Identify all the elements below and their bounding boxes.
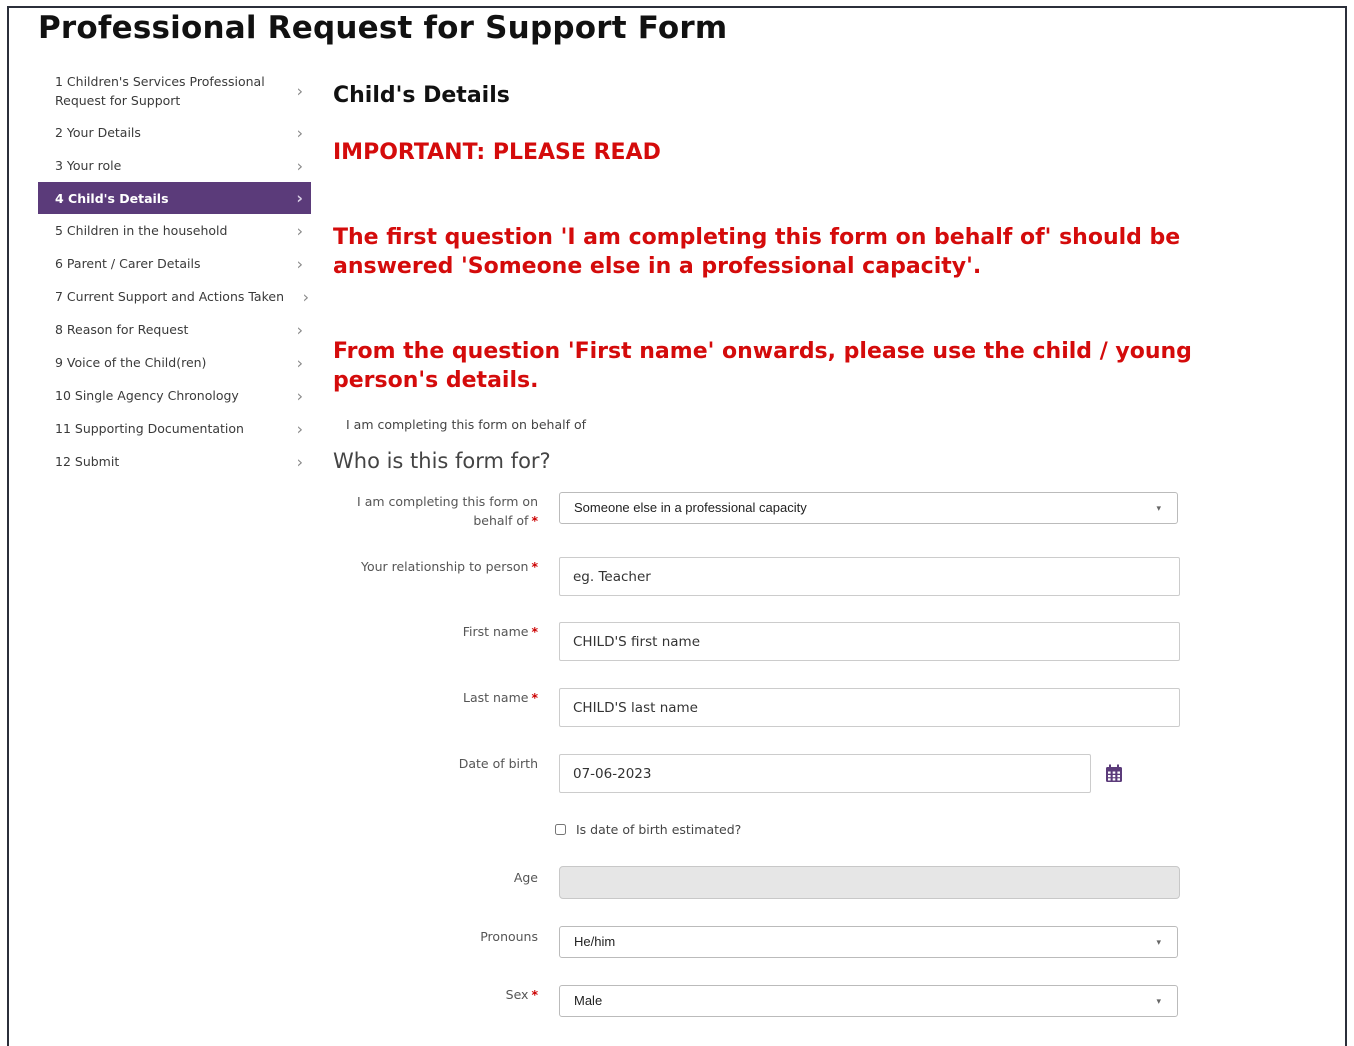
dob-label: Date of birth xyxy=(458,756,538,771)
sidebar-item-5[interactable]: 5 Children in the household › xyxy=(38,214,311,247)
chevron-right-icon: › xyxy=(296,156,303,175)
sidebar-item-12[interactable]: 12 Submit › xyxy=(38,445,311,478)
chevron-right-icon: › xyxy=(296,386,303,405)
dob-input[interactable] xyxy=(559,754,1091,793)
chevron-down-icon: ▾ xyxy=(1156,937,1161,947)
behalf-of-label-text: I am completing this form on behalf of xyxy=(357,494,538,528)
sidebar-item-4[interactable]: 4 Child's Details › xyxy=(38,182,311,214)
sub-heading: Who is this form for? xyxy=(333,449,551,473)
sex-label: Sex * xyxy=(318,985,538,1004)
sidebar-item-label: 3 Your role xyxy=(55,158,122,173)
sex-select[interactable]: Male ▾ xyxy=(559,985,1178,1017)
relationship-input[interactable] xyxy=(559,557,1180,596)
dob-estimated-label: Is date of birth estimated? xyxy=(576,822,742,837)
dob-estimated-field[interactable]: Is date of birth estimated? xyxy=(555,822,741,837)
relationship-label-text: Your relationship to person xyxy=(360,559,529,574)
first-name-label: First name * xyxy=(318,622,538,641)
sidebar-item-label: 4 Child's Details xyxy=(55,190,169,206)
chevron-right-icon: › xyxy=(296,452,303,471)
behalf-of-label: I am completing this form on behalf of * xyxy=(348,492,538,530)
relationship-label: Your relationship to person * xyxy=(318,557,538,576)
required-marker: * xyxy=(531,624,538,639)
sidebar-item-label: 12 Submit xyxy=(55,454,120,469)
chevron-down-icon: ▾ xyxy=(1156,996,1161,1006)
age-label: Age xyxy=(513,870,538,885)
notice-child-details: From the question 'First name' onwards, … xyxy=(333,339,1192,393)
dob-estimated-checkbox[interactable] xyxy=(555,824,566,835)
first-name-label-text: First name xyxy=(462,624,529,639)
sidebar-item-2[interactable]: 2 Your Details › xyxy=(38,116,311,149)
chevron-right-icon: › xyxy=(296,221,303,240)
sidebar-item-8[interactable]: 8 Reason for Request › xyxy=(38,313,311,346)
sidebar-item-label: 1 Children's Services Professional Reque… xyxy=(55,74,265,108)
last-name-label: Last name * xyxy=(318,688,538,707)
sex-label-text: Sex xyxy=(505,987,529,1002)
required-marker: * xyxy=(531,987,538,1002)
last-name-input[interactable] xyxy=(559,688,1180,727)
behalf-of-select[interactable]: Someone else in a professional capacity ▾ xyxy=(559,492,1178,524)
sidebar-item-1[interactable]: 1 Children's Services Professional Reque… xyxy=(38,66,311,116)
required-marker: * xyxy=(531,690,538,705)
chevron-right-icon: › xyxy=(296,188,303,208)
required-marker: * xyxy=(531,513,538,528)
last-name-label-text: Last name xyxy=(462,690,529,705)
behalf-of-caption: I am completing this form on behalf of xyxy=(346,417,587,432)
behalf-of-value: Someone else in a professional capacity xyxy=(574,500,807,515)
sidebar-item-6[interactable]: 6 Parent / Carer Details › xyxy=(38,247,311,280)
section-title: Child's Details xyxy=(333,83,510,108)
required-marker: * xyxy=(531,559,538,574)
sidebar-item-label: 2 Your Details xyxy=(55,125,141,140)
sidebar-item-9[interactable]: 9 Voice of the Child(ren) › xyxy=(38,346,311,379)
page-title: Professional Request for Support Form xyxy=(38,10,728,46)
age-input xyxy=(559,866,1180,899)
pronouns-label: Pronouns xyxy=(480,929,538,944)
pronouns-select[interactable]: He/him ▾ xyxy=(559,926,1178,958)
sidebar-item-label: 8 Reason for Request xyxy=(55,322,189,337)
sidebar-item-label: 10 Single Agency Chronology xyxy=(55,388,239,403)
first-name-input[interactable] xyxy=(559,622,1180,661)
important-heading: IMPORTANT: PLEASE READ xyxy=(333,140,661,165)
notice-first-question: The first question 'I am completing this… xyxy=(333,225,1181,279)
chevron-right-icon: › xyxy=(296,353,303,372)
sidebar-item-3[interactable]: 3 Your role › xyxy=(38,149,311,182)
chevron-right-icon: › xyxy=(296,320,303,339)
sidebar-item-11[interactable]: 11 Supporting Documentation › xyxy=(38,412,311,445)
sidebar-item-label: 9 Voice of the Child(ren) xyxy=(55,355,207,370)
chevron-right-icon: › xyxy=(296,123,303,142)
sidebar-item-label: 11 Supporting Documentation xyxy=(55,421,244,436)
sidebar-item-label: 6 Parent / Carer Details xyxy=(55,256,201,271)
sidebar-item-label: 7 Current Support and Actions Taken xyxy=(55,289,284,304)
sidebar-item-7[interactable]: 7 Current Support and Actions Taken › xyxy=(38,280,311,313)
sidebar-nav: 1 Children's Services Professional Reque… xyxy=(38,66,311,478)
chevron-right-icon: › xyxy=(296,81,303,101)
chevron-down-icon: ▾ xyxy=(1156,503,1161,513)
pronouns-value: He/him xyxy=(574,934,616,949)
chevron-right-icon: › xyxy=(302,287,309,306)
sidebar-item-10[interactable]: 10 Single Agency Chronology › xyxy=(38,379,311,412)
chevron-right-icon: › xyxy=(296,254,303,273)
sex-value: Male xyxy=(574,993,603,1008)
calendar-icon[interactable] xyxy=(1104,763,1124,783)
sidebar-item-label: 5 Children in the household xyxy=(55,223,228,238)
chevron-right-icon: › xyxy=(296,419,303,438)
